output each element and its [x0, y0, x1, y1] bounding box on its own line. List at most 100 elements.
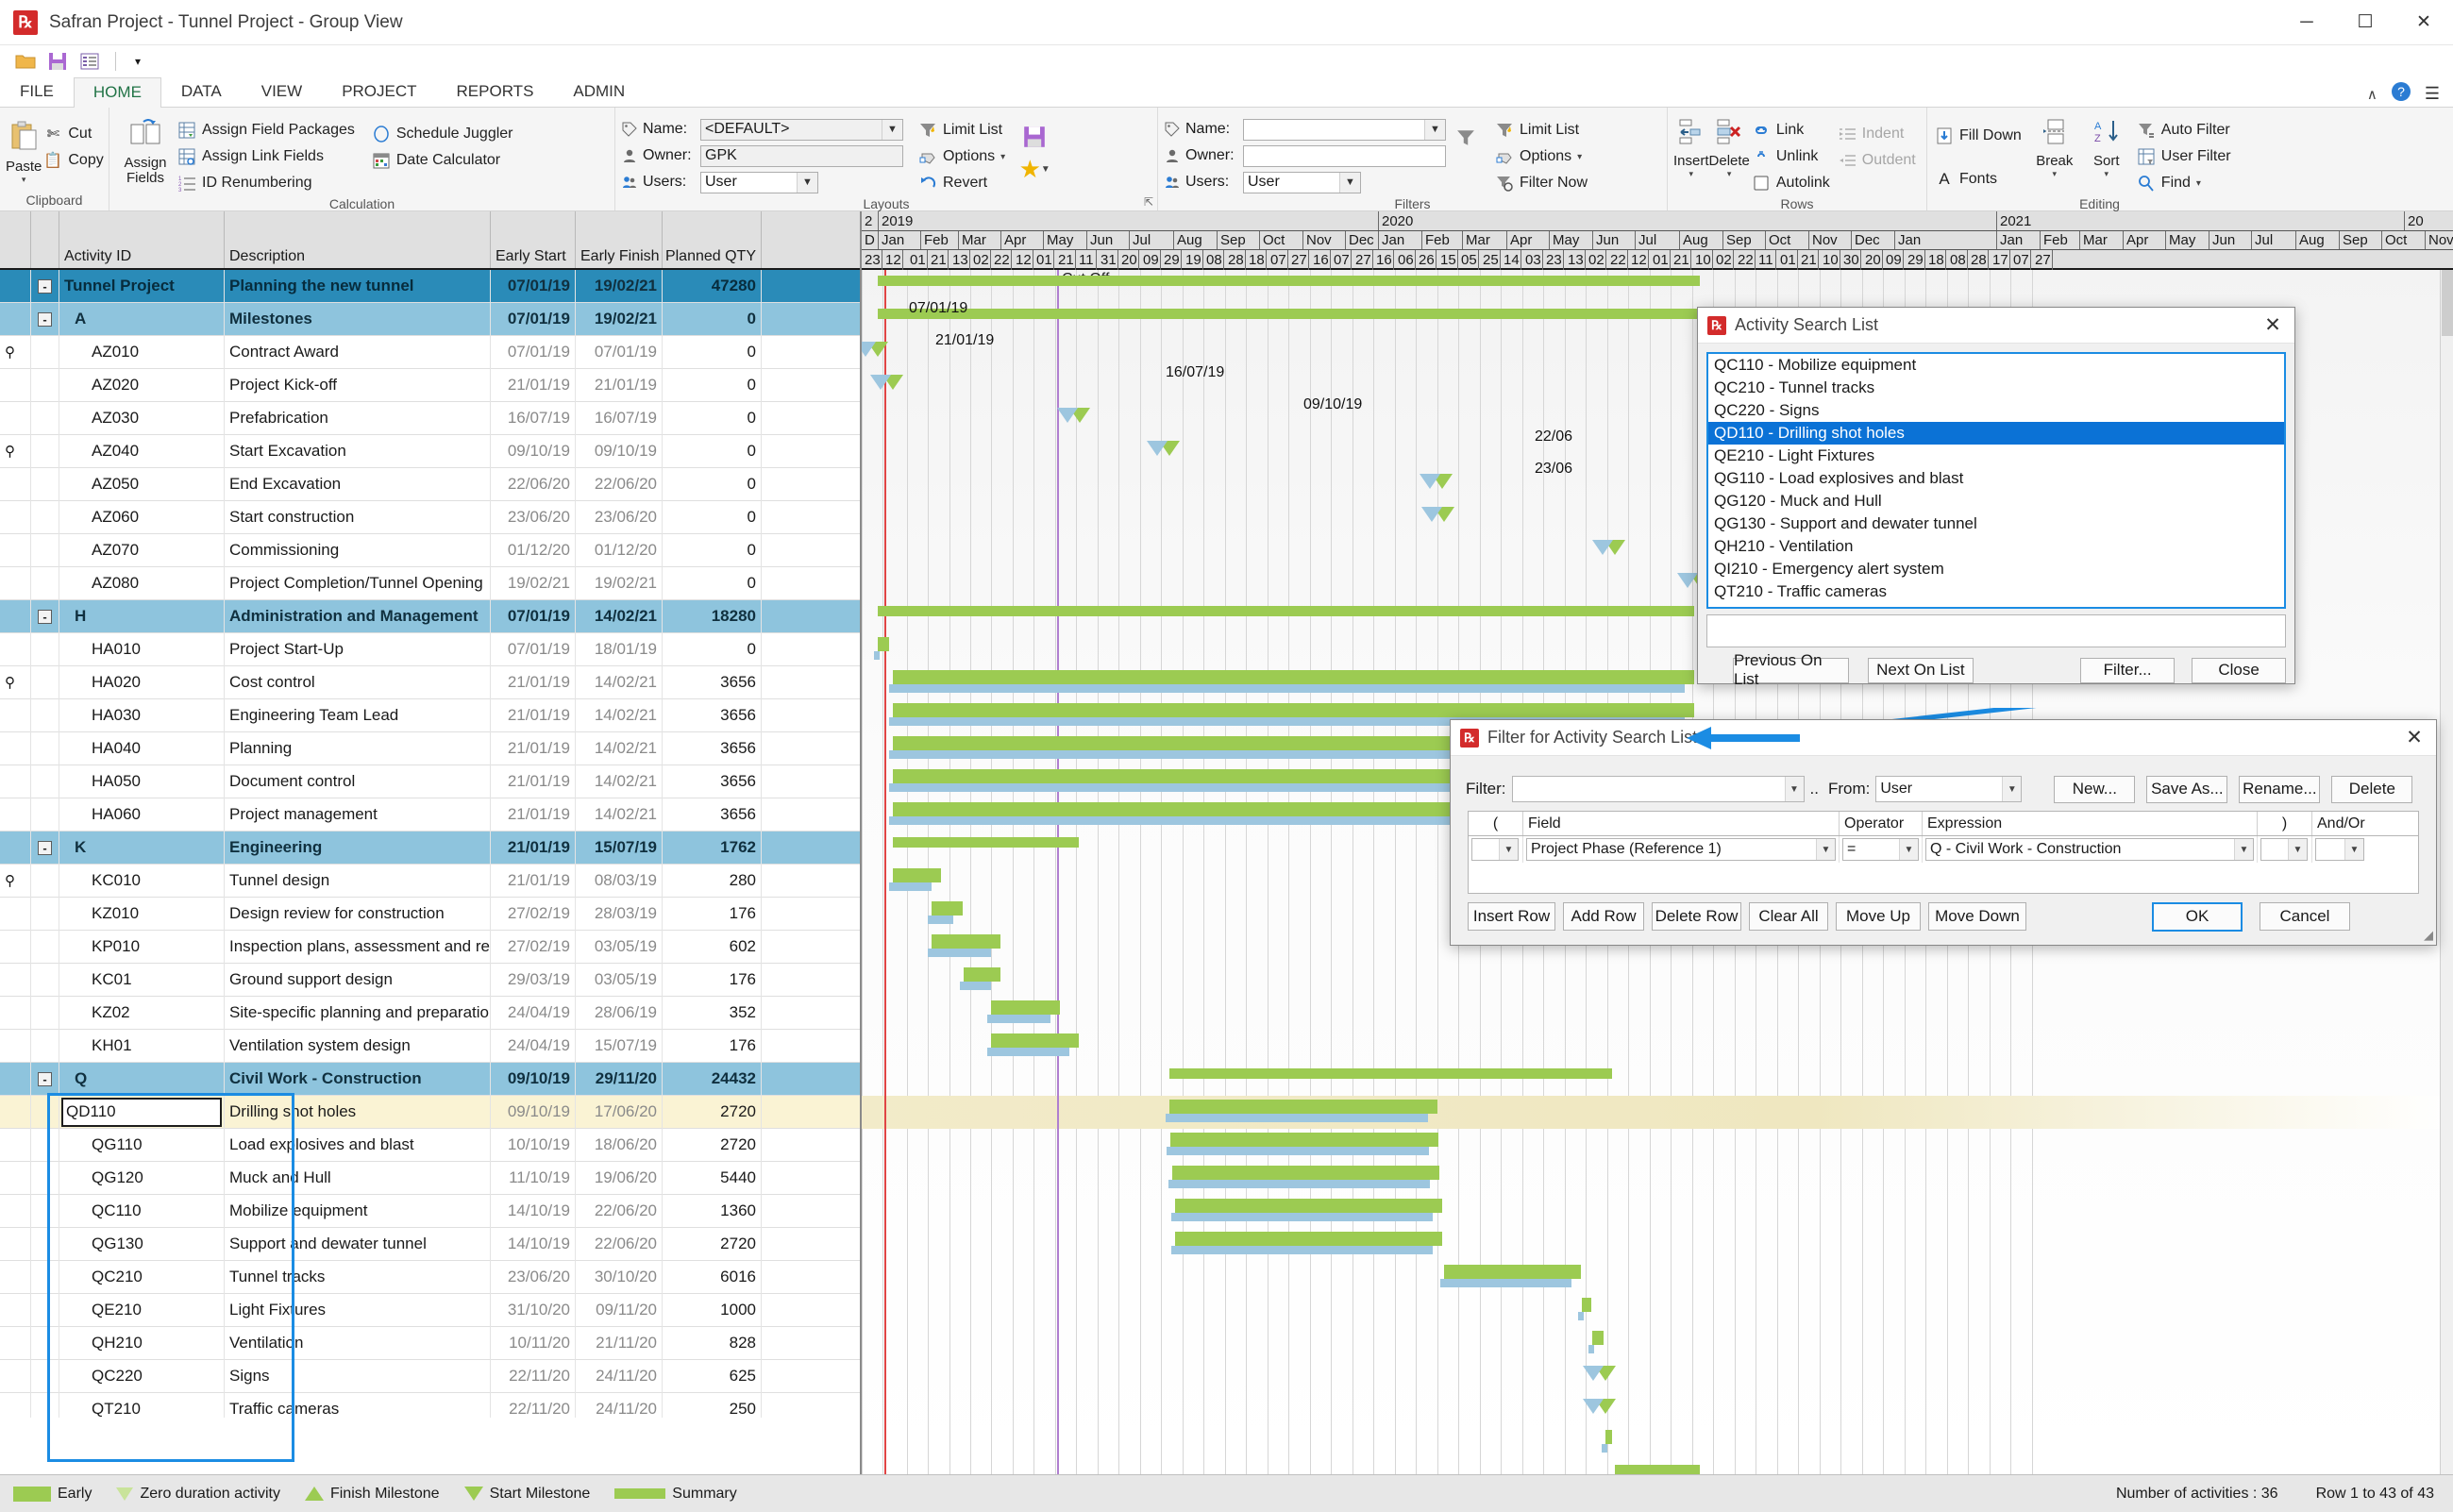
table-row[interactable]: - Q Civil Work - Construction 09/10/19 29/11…: [0, 1062, 860, 1096]
open-paren-combo[interactable]: ▼: [1471, 838, 1519, 861]
cell-description[interactable]: Prefabrication: [225, 401, 491, 435]
cell-early-finish[interactable]: 14/02/21: [576, 665, 663, 699]
chevron-down-icon[interactable]: ▼: [2344, 839, 2363, 860]
cell-early-start[interactable]: 21/01/19: [491, 831, 576, 865]
cell-early-start[interactable]: 10/11/20: [491, 1326, 576, 1360]
cell-early-finish[interactable]: 14/02/21: [576, 731, 663, 765]
column-header-early-start[interactable]: Early Start: [491, 211, 576, 268]
cell-description[interactable]: Inspection plans, assessment and re: [225, 930, 491, 964]
layout-name-combo[interactable]: <DEFAULT> ▼: [700, 118, 903, 141]
table-row[interactable]: - H Administration and Management 07/01/19 1…: [0, 599, 860, 633]
cell-early-start[interactable]: 21/01/19: [491, 864, 576, 898]
expand-collapse-cell[interactable]: [31, 1128, 59, 1162]
expand-collapse-cell[interactable]: [31, 566, 59, 600]
cell-planned-qty[interactable]: 352: [663, 996, 762, 1030]
gantt-bar[interactable]: [991, 1033, 1079, 1048]
cut-button[interactable]: ✄ Cut: [42, 121, 109, 147]
previous-on-list-button[interactable]: Previous On List: [1733, 651, 1849, 688]
cell-early-start[interactable]: 11/10/19: [491, 1161, 576, 1195]
fonts-button[interactable]: A Fonts: [1933, 166, 2027, 193]
delete-row-button[interactable]: Delete Row: [1652, 902, 1741, 931]
resize-grip-icon[interactable]: ◢: [2424, 928, 2433, 943]
fill-down-button[interactable]: Fill Down: [1933, 123, 2027, 149]
chevron-down-icon[interactable]: ▼: [1899, 839, 1918, 860]
expand-collapse-cell[interactable]: [31, 963, 59, 997]
filter-users-combo[interactable]: User ▼: [1243, 171, 1361, 193]
cancel-button[interactable]: Cancel: [2260, 902, 2350, 931]
cell-description[interactable]: Ventilation: [225, 1326, 491, 1360]
assign-field-packages-button[interactable]: Assign Field Packages: [176, 117, 361, 143]
break-button[interactable]: Break ▾: [2027, 115, 2082, 179]
cell-activity-id[interactable]: K: [59, 831, 225, 865]
table-row[interactable]: ⚲ AZ040 Start Excavation 09/10/19 09/10/19 0: [0, 434, 860, 468]
cell-early-finish[interactable]: 21/01/19: [576, 368, 663, 402]
expand-collapse-cell[interactable]: [31, 467, 59, 501]
cell-activity-id[interactable]: KZ02: [59, 996, 225, 1030]
list-item[interactable]: QG120 - Muck and Hull: [1708, 490, 2284, 512]
cell-activity-id[interactable]: KC010: [59, 864, 225, 898]
table-row[interactable]: QE210 Light Fixtures 31/10/20 09/11/20 1000: [0, 1293, 860, 1327]
cell-description[interactable]: Project Start-Up: [225, 632, 491, 666]
cell-early-start[interactable]: 21/01/19: [491, 665, 576, 699]
activity-search-list-dialog[interactable]: ℞ Activity Search List ✕ QC110 - Mobiliz…: [1697, 307, 2295, 688]
cell-description[interactable]: Drilling shot holes: [225, 1095, 491, 1129]
cell-early-start[interactable]: 31/10/20: [491, 1293, 576, 1327]
sort-caret-icon[interactable]: ▾: [2105, 169, 2109, 179]
collapse-icon[interactable]: -: [38, 840, 52, 855]
cell-activity-id[interactable]: QH210: [59, 1326, 225, 1360]
table-row[interactable]: QC210 Tunnel tracks 23/06/20 30/10/20 6016: [0, 1260, 860, 1294]
cell-description[interactable]: Design review for construction: [225, 897, 491, 931]
hamburger-menu-icon[interactable]: ☰: [2425, 84, 2440, 104]
cell-early-start[interactable]: 07/01/19: [491, 270, 576, 303]
tab-home[interactable]: HOME: [73, 77, 161, 108]
cell-early-finish[interactable]: 19/02/21: [576, 566, 663, 600]
expand-collapse-cell[interactable]: -: [31, 599, 59, 633]
collapse-icon[interactable]: -: [38, 609, 52, 624]
layouts-dialog-launcher[interactable]: ⇱: [1144, 195, 1153, 209]
cell-activity-id[interactable]: QC210: [59, 1260, 225, 1294]
table-row[interactable]: KC01 Ground support design 29/03/19 03/05/1…: [0, 963, 860, 997]
cell-planned-qty[interactable]: 0: [663, 632, 762, 666]
cell-planned-qty[interactable]: 2720: [663, 1227, 762, 1261]
gantt-bar[interactable]: [1174, 1199, 1443, 1213]
cell-activity-id[interactable]: KZ010: [59, 897, 225, 931]
expand-collapse-cell[interactable]: [31, 798, 59, 832]
chevron-down-icon[interactable]: ▼: [2002, 777, 2022, 801]
table-row[interactable]: QH210 Ventilation 10/11/20 21/11/20 828: [0, 1326, 860, 1360]
table-row[interactable]: QT210 Traffic cameras 22/11/20 24/11/20 250: [0, 1392, 860, 1418]
cell-description[interactable]: Start construction: [225, 500, 491, 534]
filter-dialog[interactable]: ℞ Filter for Activity Search List ✕ Filt…: [1450, 719, 2437, 946]
cell-activity-id[interactable]: AZ050: [59, 467, 225, 501]
table-row[interactable]: AZ050 End Excavation 22/06/20 22/06/20 0: [0, 467, 860, 501]
chevron-down-icon[interactable]: ▼: [2234, 839, 2253, 860]
table-row[interactable]: KP010 Inspection plans, assessment and re…: [0, 930, 860, 964]
tab-project[interactable]: PROJECT: [322, 76, 436, 107]
cell-activity-id[interactable]: Q: [59, 1062, 225, 1096]
expand-collapse-cell[interactable]: [31, 1260, 59, 1294]
table-row[interactable]: QC220 Signs 22/11/20 24/11/20 625: [0, 1359, 860, 1393]
options-caret-icon[interactable]: ▾: [1577, 152, 1582, 162]
expand-collapse-cell[interactable]: [31, 434, 59, 468]
expand-collapse-cell[interactable]: [31, 401, 59, 435]
cell-planned-qty[interactable]: 3656: [663, 665, 762, 699]
cell-early-finish[interactable]: 15/07/19: [576, 1029, 663, 1063]
favorite-star-icon[interactable]: ★ ▼: [1019, 153, 1050, 185]
table-row[interactable]: AZ030 Prefabrication 16/07/19 16/07/19 0: [0, 401, 860, 435]
cell-description[interactable]: Load explosives and blast: [225, 1128, 491, 1162]
cell-early-start[interactable]: 21/01/19: [491, 731, 576, 765]
table-row[interactable]: - K Engineering 21/01/19 15/07/19 1762: [0, 831, 860, 865]
gantt-bar[interactable]: [892, 868, 942, 882]
cell-early-start[interactable]: 09/10/19: [491, 1062, 576, 1096]
table-row[interactable]: - A Milestones 07/01/19 19/02/21 0: [0, 302, 860, 336]
table-row[interactable]: HA030 Engineering Team Lead 21/01/19 14/02/…: [0, 698, 860, 732]
gantt-bar[interactable]: [1170, 1133, 1438, 1147]
cell-early-start[interactable]: 21/01/19: [491, 798, 576, 832]
cell-early-finish[interactable]: 18/06/20: [576, 1128, 663, 1162]
cell-early-start[interactable]: 21/01/19: [491, 368, 576, 402]
tab-view[interactable]: VIEW: [242, 76, 322, 107]
assign-fields-button[interactable]: Assign Fields: [115, 115, 176, 186]
expand-collapse-cell[interactable]: [31, 500, 59, 534]
gantt-bar[interactable]: [932, 901, 963, 916]
table-row[interactable]: QC110 Mobilize equipment 14/10/19 22/06/20 1…: [0, 1194, 860, 1228]
cell-description[interactable]: Planning the new tunnel: [225, 270, 491, 303]
